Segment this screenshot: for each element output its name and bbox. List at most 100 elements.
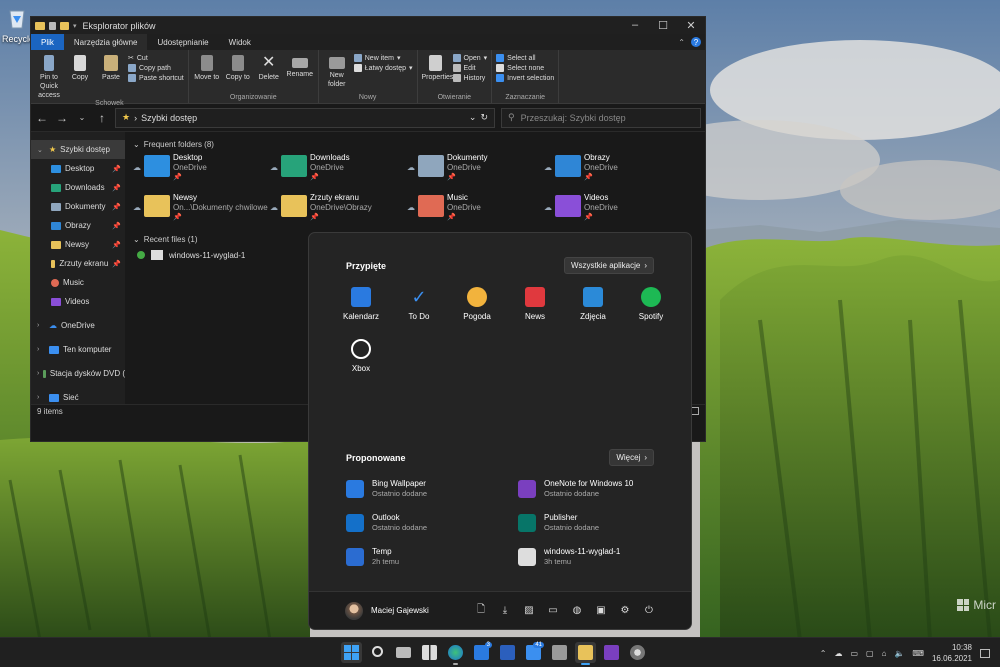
folder-tile[interactable]: ☁ Music OneDrive 📌: [407, 193, 544, 227]
folder-tile[interactable]: ☁ Newsy On...\Dokumenty chwilowe 📌: [133, 193, 270, 227]
user-account[interactable]: Maciej Gajewski: [345, 601, 429, 620]
folder-tile[interactable]: ☁ Dokumenty OneDrive 📌: [407, 153, 544, 187]
recent-locations-chevron-icon[interactable]: ⌄: [75, 113, 89, 122]
select-all-button[interactable]: Select all: [496, 54, 554, 62]
customize-chevron-icon[interactable]: ▾: [73, 22, 77, 30]
expand-chevron-icon[interactable]: ›: [37, 394, 45, 401]
address-bar[interactable]: ★ › Szybki dostęp ⌄ ↻: [115, 107, 495, 128]
tray-overflow-chevron-icon[interactable]: ⌃: [820, 649, 827, 658]
recommended-item[interactable]: Bing Wallpaper Ostatnio dodane: [346, 477, 518, 501]
personal-folder-icon[interactable]: ▣: [595, 605, 607, 617]
title-bar[interactable]: ▾ Eksplorator plików – ☐ ✕: [31, 17, 705, 34]
expand-chevron-icon[interactable]: ⌄: [37, 146, 45, 154]
pinned-app[interactable]: Kalendarz: [332, 285, 390, 325]
nav-item-downloads[interactable]: Downloads 📌: [31, 178, 125, 197]
recommended-item[interactable]: Publisher Ostatnio dodane: [518, 511, 666, 535]
pin-quick-access-button[interactable]: Pin to Quick access: [35, 52, 63, 100]
copy-path-button[interactable]: Copy path: [128, 64, 184, 72]
properties-icon[interactable]: [49, 21, 56, 30]
expand-chevron-icon[interactable]: ›: [37, 370, 39, 377]
notifications-icon[interactable]: [980, 648, 990, 658]
folder-tile[interactable]: ☁ Desktop OneDrive 📌: [133, 153, 270, 187]
task-view-button[interactable]: [393, 642, 414, 663]
all-apps-button[interactable]: Wszystkie aplikacje ›: [563, 257, 654, 274]
settings-gear-icon[interactable]: ⚙: [619, 605, 631, 617]
new-folder-button[interactable]: New folder: [323, 52, 351, 94]
keyboard-icon[interactable]: ⌨: [912, 649, 924, 658]
nav-item-desktop[interactable]: Desktop 📌: [31, 159, 125, 178]
display-icon[interactable]: ▢: [866, 649, 874, 658]
maximize-button[interactable]: ☐: [649, 19, 677, 32]
close-button[interactable]: ✕: [677, 19, 705, 32]
history-button[interactable]: History: [452, 74, 488, 82]
recommended-item[interactable]: Outlook Ostatnio dodane: [346, 511, 518, 535]
back-arrow-icon[interactable]: ←: [35, 111, 49, 125]
easy-access-button[interactable]: Łatwy dostęp ▾: [353, 64, 413, 72]
pinned-app[interactable]: News: [506, 285, 564, 325]
collapse-chevron-icon[interactable]: ⌄: [133, 235, 140, 244]
collapse-ribbon-icon[interactable]: ⌃: [678, 38, 685, 47]
help-icon[interactable]: ?: [691, 37, 701, 47]
nav-item-pictures[interactable]: Obrazy 📌: [31, 216, 125, 235]
mail-button[interactable]: 3: [471, 642, 492, 663]
copy-button[interactable]: Copy: [66, 52, 94, 100]
pinned-app[interactable]: Spotify: [622, 285, 680, 325]
expand-chevron-icon[interactable]: ›: [37, 346, 45, 353]
rename-button[interactable]: Rename: [286, 52, 314, 94]
paste-shortcut-button[interactable]: Paste shortcut: [128, 74, 184, 82]
edit-button[interactable]: Edit: [452, 64, 488, 72]
start-button[interactable]: [341, 642, 362, 663]
pinned-app[interactable]: Zdjęcia: [564, 285, 622, 325]
nav-item-videos[interactable]: Videos: [31, 292, 125, 311]
new-item-button[interactable]: New item ▾: [353, 54, 413, 62]
search-box[interactable]: ⚲ Przeszukaj: Szybki dostęp: [501, 107, 701, 128]
widgets-button[interactable]: [419, 642, 440, 663]
clock[interactable]: 10:38 16.06.2021: [932, 642, 972, 664]
nav-onedrive[interactable]: › ☁ OneDrive: [31, 316, 125, 335]
refresh-icon[interactable]: ↻: [480, 112, 488, 123]
nav-item-documents[interactable]: Dokumenty 📌: [31, 197, 125, 216]
documents-icon[interactable]: 🗋: [475, 604, 487, 617]
onenote-button[interactable]: [601, 642, 622, 663]
breadcrumb[interactable]: Szybki dostęp: [141, 113, 197, 123]
folder-tile[interactable]: ☁ Obrazy OneDrive 📌: [544, 153, 681, 187]
frequent-folders-header[interactable]: ⌄ Frequent folders (8): [133, 140, 697, 149]
nav-quick-access[interactable]: ⌄ ★ Szybki dostęp: [31, 140, 125, 159]
nav-item-newsy[interactable]: Newsy 📌: [31, 235, 125, 254]
teams-button[interactable]: 41: [523, 642, 544, 663]
pictures-icon[interactable]: ▨: [523, 605, 535, 617]
nav-network[interactable]: › Sieć: [31, 388, 125, 407]
recommended-item[interactable]: OneNote for Windows 10 Ostatnio dodane: [518, 477, 666, 501]
delete-button[interactable]: ✕ Delete: [255, 52, 283, 94]
forward-arrow-icon[interactable]: →: [55, 111, 69, 125]
network-globe-icon[interactable]: ◍: [571, 605, 583, 617]
pinned-app[interactable]: Xbox: [332, 337, 390, 377]
select-none-button[interactable]: Select none: [496, 64, 554, 72]
pinned-app[interactable]: ✓ To Do: [390, 285, 448, 325]
folder-tile[interactable]: ☁ Zrzuty ekranu OneDrive\Obrazy 📌: [270, 193, 407, 227]
tab-view[interactable]: Widok: [219, 34, 261, 50]
up-arrow-icon[interactable]: ↑: [95, 111, 109, 125]
folder-tile[interactable]: ☁ Downloads OneDrive 📌: [270, 153, 407, 187]
address-dropdown-icon[interactable]: ⌄: [469, 112, 477, 123]
minimize-button[interactable]: –: [621, 19, 649, 32]
cut-button[interactable]: ✂ Cut: [128, 54, 184, 63]
file-explorer-button[interactable]: [575, 642, 596, 665]
new-folder-icon[interactable]: [60, 21, 69, 30]
folder-tile[interactable]: ☁ Videos OneDrive 📌: [544, 193, 681, 227]
large-icons-view-icon[interactable]: [691, 407, 699, 415]
recommended-item[interactable]: Temp 2h temu: [346, 545, 518, 569]
copy-to-button[interactable]: Copy to: [224, 52, 252, 94]
properties-button[interactable]: Properties: [422, 52, 453, 94]
nav-item-music[interactable]: Music: [31, 273, 125, 292]
downloads-icon[interactable]: ⤓: [499, 605, 511, 617]
move-to-button[interactable]: Move to: [193, 52, 221, 94]
recommended-item[interactable]: windows-11-wyglad-1 3h temu: [518, 545, 666, 569]
recycle-bin[interactable]: Recycle: [2, 6, 34, 44]
more-button[interactable]: Więcej ›: [609, 449, 654, 466]
edge-button[interactable]: [445, 642, 466, 665]
tab-share[interactable]: Udostępnianie: [147, 34, 218, 50]
expand-chevron-icon[interactable]: ›: [37, 322, 45, 329]
invert-selection-button[interactable]: Invert selection: [496, 74, 554, 82]
pinned-app[interactable]: Pogoda: [448, 285, 506, 325]
